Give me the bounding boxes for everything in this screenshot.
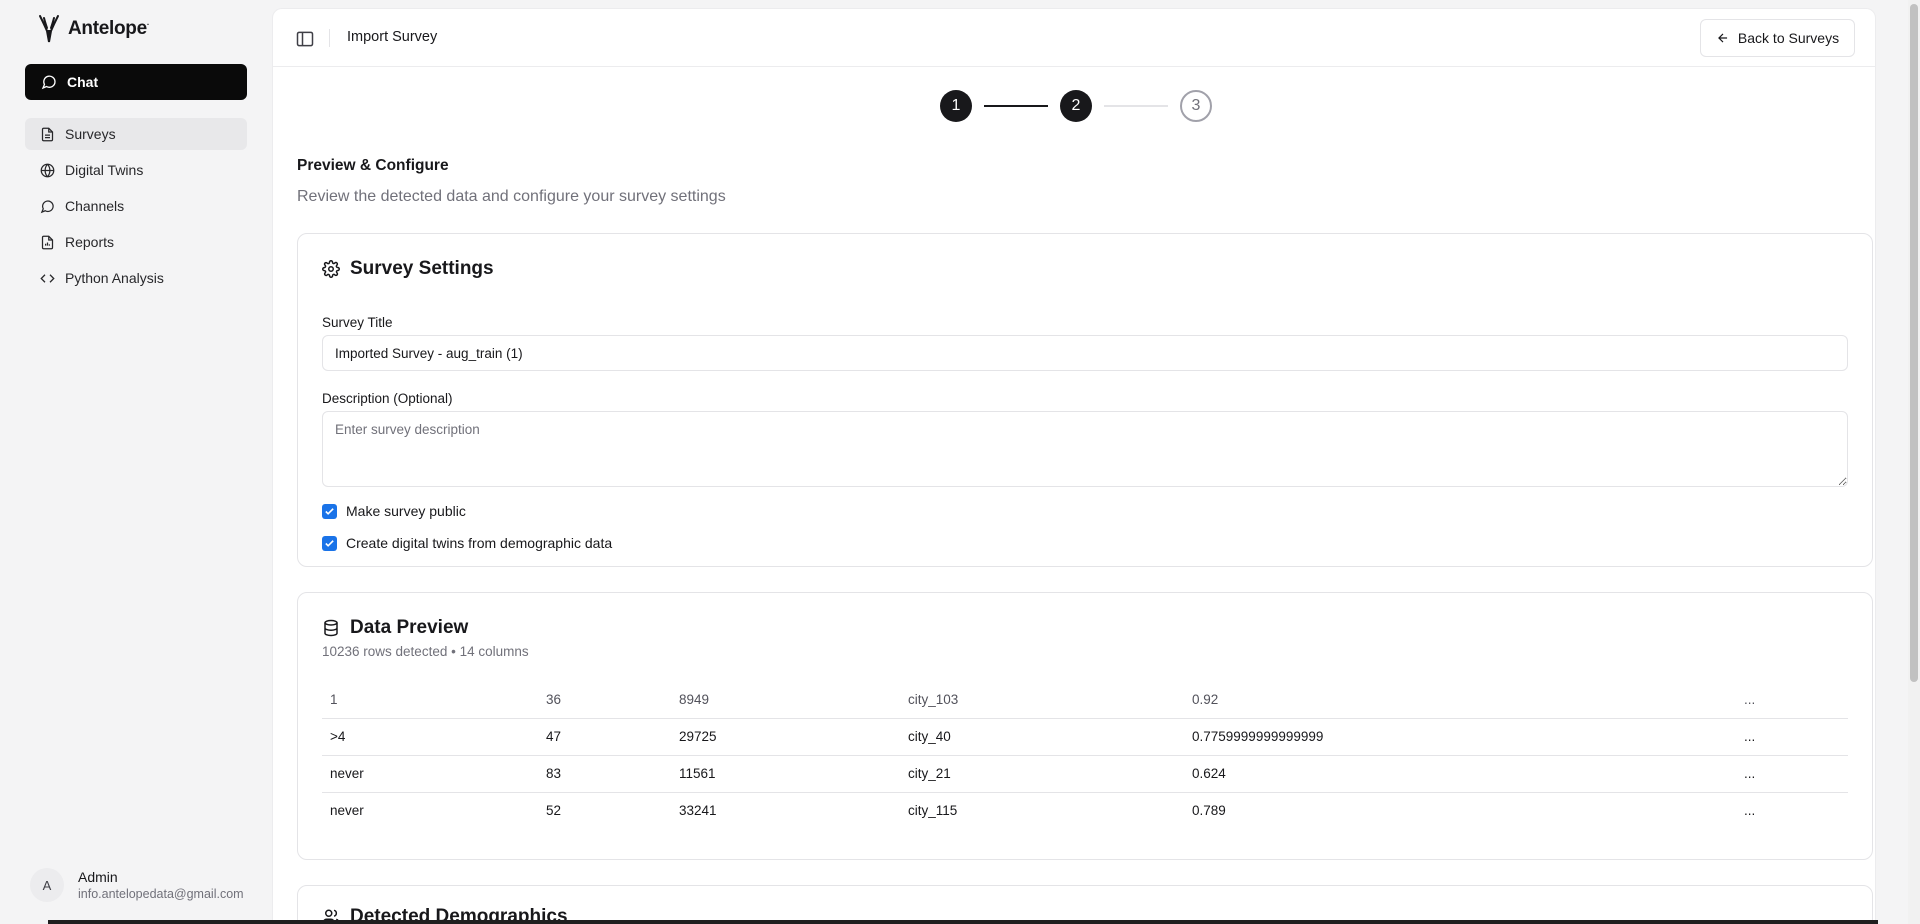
stepper: 1 2 3 xyxy=(940,90,1212,122)
table-cell: 8949 xyxy=(671,681,900,719)
description-label: Description (Optional) xyxy=(322,391,453,406)
table-cell: city_115 xyxy=(908,803,958,819)
description-textarea[interactable] xyxy=(322,411,1848,487)
database-icon xyxy=(324,619,338,637)
gear-icon xyxy=(322,260,340,278)
antelope-logo-icon xyxy=(39,15,59,43)
survey-settings-title: Survey Settings xyxy=(350,258,494,279)
check-icon xyxy=(325,539,334,547)
sidebar-item-channels[interactable]: Channels xyxy=(25,190,247,222)
sidebar-item-surveys[interactable]: Surveys xyxy=(25,118,247,150)
table-row: >4 47 29725 city_40 0.7759999999999999 .… xyxy=(322,718,1848,756)
step-1: 1 xyxy=(940,90,972,122)
survey-title-input[interactable] xyxy=(322,335,1848,371)
table-cell: 11561 xyxy=(671,755,900,793)
table-row: 1 36 8949 city_103 0.92 ... xyxy=(322,681,1848,719)
detected-demographics-card: Detected Demographics xyxy=(297,885,1873,924)
sidebar-item-reports[interactable]: Reports xyxy=(25,226,247,258)
table-cell: 47 xyxy=(538,718,671,756)
table-cell: 29725 xyxy=(671,718,900,756)
data-preview-card: Data Preview 10236 rows detected • 14 co… xyxy=(297,592,1873,860)
horizontal-scrollbar[interactable] xyxy=(48,920,1878,924)
check-icon xyxy=(325,507,334,515)
sidebar-item-python-analysis[interactable]: Python Analysis xyxy=(25,262,247,294)
table-cell: >4 xyxy=(322,718,538,756)
data-preview-table: 1 36 8949 city_103 0.92 ... >4 47 29725 … xyxy=(322,681,1848,829)
table-cell: city_103 xyxy=(900,681,1184,719)
table-cell: ... xyxy=(1736,718,1848,756)
table-row: never 83 11561 city_21 0.624 ... xyxy=(322,755,1848,793)
sidebar-item-digital-twins[interactable]: Digital Twins xyxy=(25,154,247,186)
table-row: never 52 33241 city_115 0.789 ... xyxy=(322,792,1848,829)
topbar: Import Survey Back to Surveys xyxy=(273,9,1875,67)
message-icon xyxy=(40,199,54,213)
page-title: Import Survey xyxy=(347,29,438,45)
brand-logo[interactable]: Antelope· xyxy=(36,14,150,44)
create-twins-checkbox-row[interactable]: Create digital twins from demographic da… xyxy=(322,535,612,551)
table-cell: never xyxy=(330,803,364,819)
file-icon xyxy=(41,127,54,141)
step-3: 3 xyxy=(1180,90,1212,122)
table-cell: 83 xyxy=(538,755,671,793)
table-cell: 0.92 xyxy=(1184,681,1736,719)
arrow-left-icon xyxy=(1718,33,1728,43)
sidebar-item-label: Digital Twins xyxy=(65,162,144,178)
table-cell: 0.789 xyxy=(1192,803,1226,819)
make-public-checkbox[interactable] xyxy=(322,503,337,519)
make-public-checkbox-row[interactable]: Make survey public xyxy=(322,503,466,519)
chat-button-label: Chat xyxy=(67,74,99,90)
brand-name: Antelope· xyxy=(68,18,150,39)
section-title: Preview & Configure xyxy=(297,157,449,174)
make-public-label: Make survey public xyxy=(346,503,466,519)
sidebar-item-label: Python Analysis xyxy=(65,270,164,286)
table-cell: 1 xyxy=(322,681,538,719)
create-twins-label: Create digital twins from demographic da… xyxy=(346,535,613,551)
chat-button[interactable]: Chat xyxy=(25,64,247,100)
step-connector xyxy=(1104,105,1168,107)
sidebar-item-label: Reports xyxy=(65,234,115,250)
table-cell: ... xyxy=(1736,755,1848,793)
scrollbar-thumb[interactable] xyxy=(1910,4,1918,682)
vertical-scrollbar[interactable] xyxy=(1908,0,1920,924)
code-icon xyxy=(40,273,55,283)
sidebar-toggle-icon[interactable] xyxy=(295,29,315,49)
globe-icon xyxy=(40,163,55,177)
section-subtitle: Review the detected data and configure y… xyxy=(297,188,726,205)
sidebar-item-label: Channels xyxy=(65,198,125,214)
sidebar-nav: Surveys Digital Twins Channels Reports P… xyxy=(25,118,247,298)
user-name: Admin xyxy=(78,869,118,885)
sidebar-item-label: Surveys xyxy=(65,126,116,142)
table-cell: never xyxy=(322,755,538,793)
table-cell: ... xyxy=(1736,681,1848,719)
topbar-divider xyxy=(329,29,330,47)
table-cell: 52 xyxy=(546,803,562,819)
table-cell: 0.624 xyxy=(1184,755,1736,793)
table-cell: city_40 xyxy=(900,718,1184,756)
survey-title-label: Survey Title xyxy=(322,315,393,330)
table-cell: ... xyxy=(1744,803,1756,819)
data-preview-summary: 10236 rows detected • 14 columns xyxy=(322,644,529,659)
back-button-label: Back to Surveys xyxy=(1737,30,1840,46)
report-icon xyxy=(41,235,54,249)
create-twins-checkbox[interactable] xyxy=(322,535,337,551)
table-cell: 0.7759999999999999 xyxy=(1184,718,1736,756)
user-profile[interactable]: A Admin info.antelopedata@gmail.com xyxy=(30,868,248,902)
user-email: info.antelopedata@gmail.com xyxy=(78,887,244,901)
sidebar: Antelope· Chat Surveys Digital Twins Cha… xyxy=(0,0,271,924)
back-to-surveys-button[interactable]: Back to Surveys xyxy=(1700,19,1855,57)
table-cell: 36 xyxy=(538,681,671,719)
table-cell: 33241 xyxy=(679,803,717,819)
step-connector xyxy=(984,105,1048,107)
avatar: A xyxy=(30,868,64,902)
main-panel: Import Survey Back to Surveys 1 2 3 Prev… xyxy=(272,8,1876,924)
chat-icon xyxy=(41,75,56,90)
step-2: 2 xyxy=(1060,90,1092,122)
data-preview-title: Data Preview xyxy=(350,617,469,638)
survey-settings-card: Survey Settings Survey Title Description… xyxy=(297,233,1873,567)
table-cell: city_21 xyxy=(900,755,1184,793)
